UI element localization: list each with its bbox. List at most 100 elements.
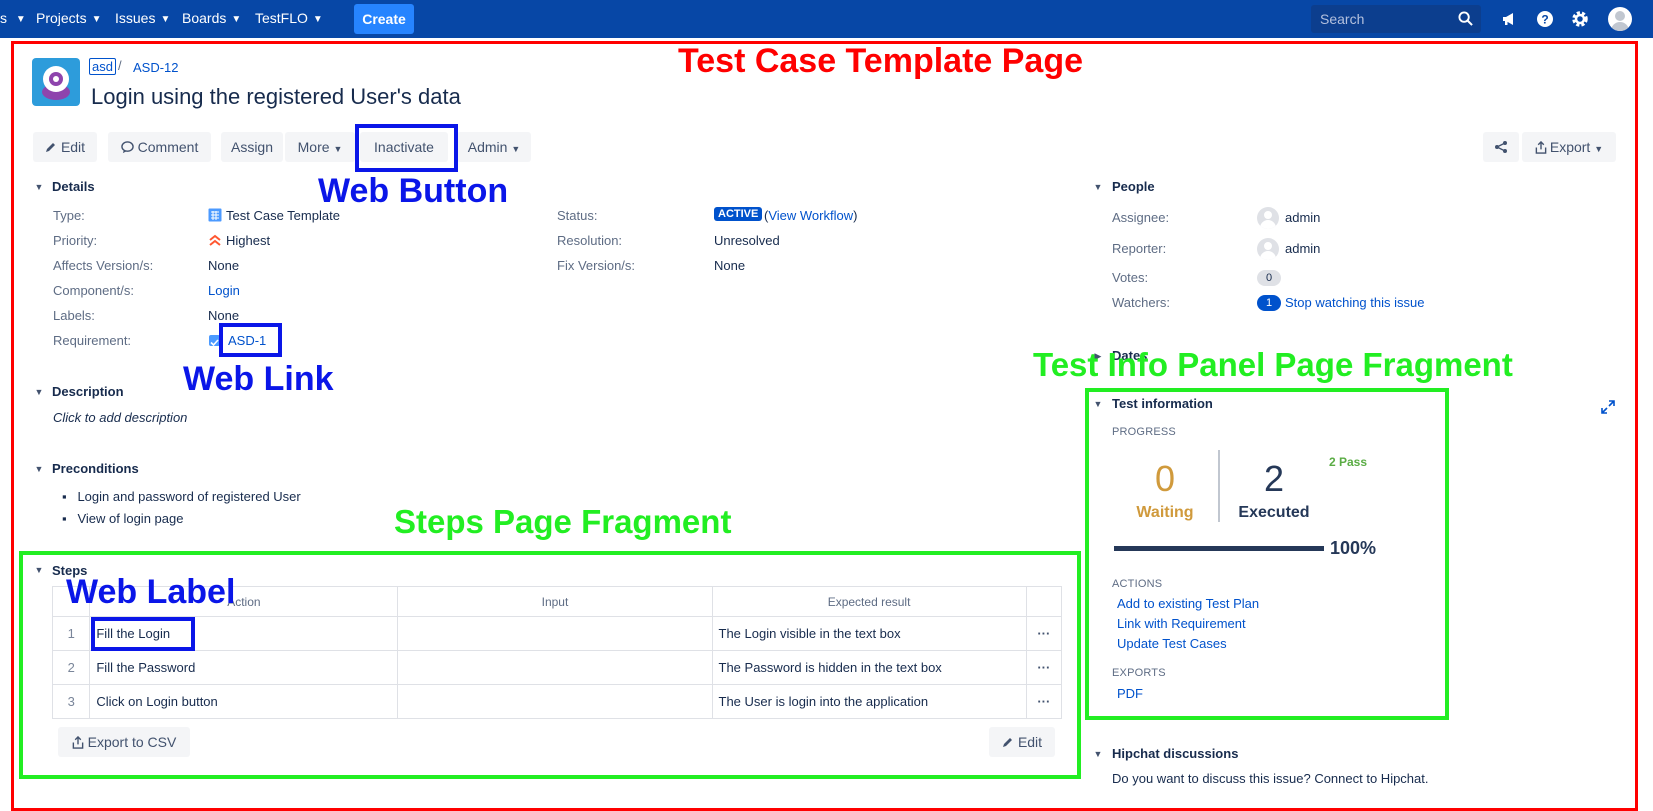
link-with-requirement-link[interactable]: Link with Requirement	[1117, 616, 1246, 631]
export-icon	[1535, 140, 1547, 154]
nav-projects-label: Projects	[36, 10, 87, 26]
resolution-value: Unresolved	[714, 233, 780, 248]
priority-value: Highest	[208, 233, 270, 248]
breadcrumb-separator: /	[118, 58, 122, 73]
share-icon	[1495, 141, 1507, 153]
description-placeholder[interactable]: Click to add description	[53, 410, 187, 425]
nav-item-issues[interactable]: Issues ▼	[115, 10, 170, 26]
assign-button[interactable]: Assign	[221, 132, 283, 162]
stop-watching-link[interactable]: Stop watching this issue	[1285, 295, 1424, 310]
votes-badge[interactable]: 0	[1257, 270, 1281, 286]
steps-edit-button[interactable]: Edit	[989, 727, 1055, 757]
table-row[interactable]: 2 Fill the Password The Password is hidd…	[51, 650, 1063, 685]
chevron-down-icon: ▼	[312, 14, 323, 25]
requirement-label: Requirement:	[53, 333, 132, 348]
test-info-heading[interactable]: Test information	[1112, 396, 1213, 411]
export-csv-button[interactable]: Export to CSV	[58, 727, 190, 757]
chevron-down-icon: ▼	[160, 14, 171, 25]
reporter-value[interactable]: admin	[1285, 241, 1320, 256]
update-test-cases-link[interactable]: Update Test Cases	[1117, 636, 1227, 651]
resolution-label: Resolution:	[557, 233, 623, 248]
pdf-export-link[interactable]: PDF	[1117, 686, 1143, 701]
row-menu-icon[interactable]: ···	[1025, 684, 1063, 719]
step-expected[interactable]: The User is login into the application	[711, 684, 1027, 719]
status-label: Status:	[557, 208, 598, 223]
precondition-text: Login and password of registered User	[77, 489, 301, 504]
export-button[interactable]: Export ▼	[1522, 132, 1616, 162]
create-button[interactable]: Create	[354, 4, 414, 34]
affects-version-value: None	[208, 258, 240, 273]
search-input[interactable]: Search	[1311, 5, 1481, 33]
nav-item-testflo[interactable]: TestFLO ▼	[255, 10, 323, 26]
reporter-label: Reporter:	[1112, 241, 1167, 256]
description-heading[interactable]: Description	[52, 384, 124, 399]
step-input[interactable]	[397, 616, 713, 651]
help-icon[interactable]: ?	[1535, 9, 1555, 29]
more-button[interactable]: More ▼	[285, 132, 355, 162]
chevron-down-icon: ▼	[231, 14, 242, 25]
export-icon	[72, 735, 83, 749]
chevron-down-icon[interactable]: ▼	[1092, 181, 1104, 193]
step-action[interactable]: Fill the Password	[89, 650, 399, 685]
nav-item-projects[interactable]: Projects ▼	[36, 10, 101, 26]
web-link-annotation-label: Web Link	[183, 360, 334, 398]
steps-fragment-annotation-label: Steps Page Fragment	[394, 503, 732, 540]
chevron-down-icon[interactable]: ▼	[33, 181, 45, 193]
pencil-icon	[45, 143, 55, 152]
info-fragment-annotation-label: Test Info Panel Page Fragment	[1033, 346, 1513, 383]
gear-icon[interactable]	[1570, 9, 1590, 29]
page-annotation-label: Test Case Template Page	[678, 42, 1084, 80]
chevron-down-icon[interactable]: ▼	[33, 463, 45, 475]
issue-title[interactable]: Login using the registered User's data	[91, 84, 461, 110]
comment-button[interactable]: Comment	[108, 132, 211, 162]
row-menu-icon[interactable]: ···	[1025, 650, 1063, 685]
watchers-badge[interactable]: 1	[1257, 295, 1281, 311]
priority-label: Priority:	[53, 233, 98, 248]
nav-item-truncated[interactable]: s ▼	[0, 10, 26, 26]
add-to-test-plan-link[interactable]: Add to existing Test Plan	[1117, 596, 1259, 611]
more-label: More	[297, 139, 330, 155]
details-heading[interactable]: Details	[52, 179, 95, 194]
precondition-item: ▪ Login and password of registered User	[62, 489, 301, 504]
step-input[interactable]	[397, 684, 713, 719]
watchers-label: Watchers:	[1112, 295, 1171, 310]
table-row[interactable]: 1 Fill the Login The Login visible in th…	[51, 616, 1063, 651]
labels-value: None	[208, 308, 240, 323]
view-workflow-link[interactable]: View Workflow	[768, 208, 853, 223]
nav-boards-label: Boards	[182, 10, 227, 26]
search-icon	[1458, 11, 1473, 26]
edit-button[interactable]: Edit	[33, 132, 97, 162]
step-action[interactable]: Click on Login button	[89, 684, 399, 719]
chevron-down-icon[interactable]: ▼	[1092, 398, 1104, 410]
chevron-down-icon[interactable]: ▼	[33, 564, 45, 576]
megaphone-icon[interactable]	[1500, 9, 1520, 29]
waiting-count: 0	[1154, 458, 1176, 499]
people-heading[interactable]: People	[1112, 179, 1155, 194]
breadcrumb-issue-key[interactable]: ASD-12	[133, 60, 179, 75]
fix-version-label: Fix Version/s:	[557, 258, 636, 273]
web-link-annotation-box	[219, 323, 282, 357]
step-expected[interactable]: The Password is hidden in the text box	[711, 650, 1027, 685]
chevron-down-icon[interactable]: ▼	[1092, 748, 1104, 760]
admin-button[interactable]: Admin ▼	[457, 132, 531, 162]
expand-icon[interactable]	[1601, 400, 1615, 414]
row-menu-icon[interactable]: ···	[1025, 616, 1063, 651]
table-row[interactable]: 3 Click on Login button The User is logi…	[51, 684, 1063, 719]
chevron-down-icon[interactable]: ▼	[33, 386, 45, 398]
assignee-value[interactable]: admin	[1285, 210, 1320, 225]
nav-item-boards[interactable]: Boards ▼	[182, 10, 241, 26]
step-input[interactable]	[397, 650, 713, 685]
preconditions-heading[interactable]: Preconditions	[52, 461, 139, 476]
user-avatar[interactable]	[1608, 7, 1632, 31]
chevron-down-icon: ▼	[1594, 144, 1604, 154]
comment-label: Comment	[137, 139, 199, 155]
project-avatar[interactable]	[32, 58, 80, 106]
step-expected[interactable]: The Login visible in the text box	[711, 616, 1027, 651]
share-button[interactable]	[1483, 132, 1519, 162]
export-label: Export	[1549, 139, 1591, 155]
hipchat-heading[interactable]: Hipchat discussions	[1112, 746, 1238, 761]
component-link[interactable]: Login	[208, 283, 240, 298]
breadcrumb-project[interactable]: asd	[89, 58, 116, 75]
hipchat-text: Do you want to discuss this issue? Conne…	[1112, 771, 1429, 786]
fix-version-value: None	[714, 258, 746, 273]
